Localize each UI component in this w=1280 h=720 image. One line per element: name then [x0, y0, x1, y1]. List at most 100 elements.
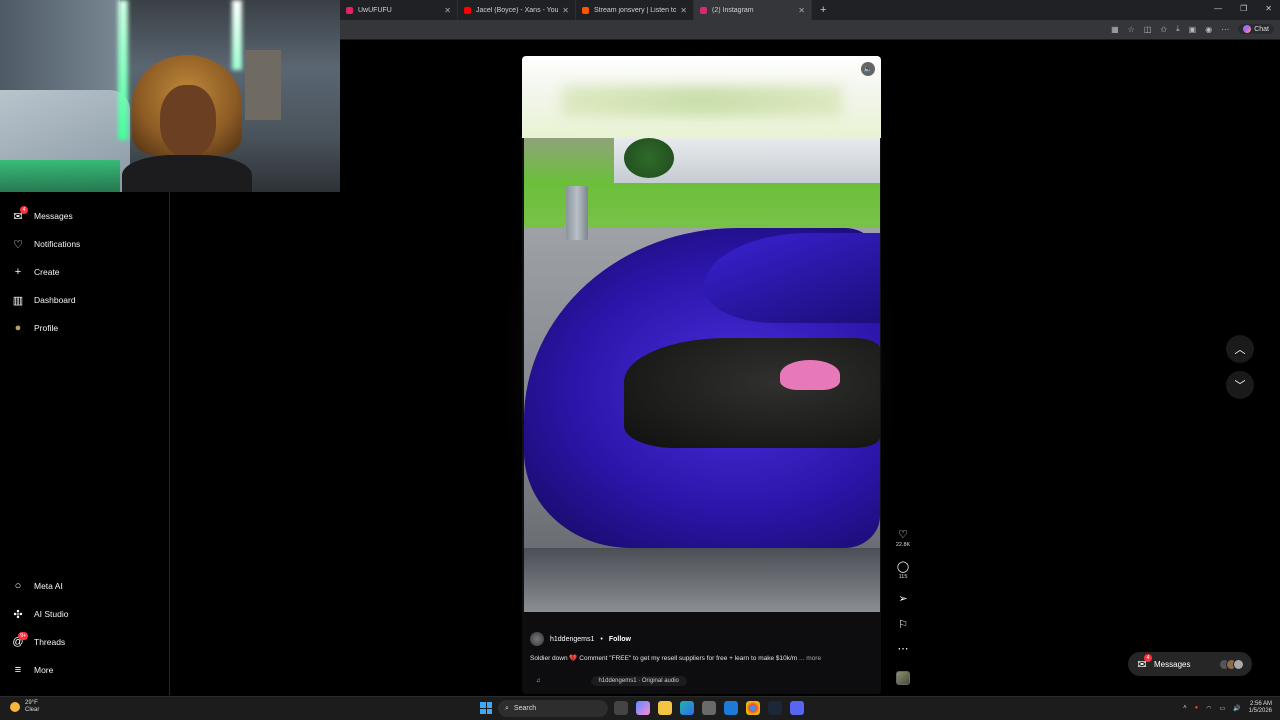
task-view-icon[interactable]	[614, 701, 628, 715]
sidebar-item-more[interactable]: ≡ More	[12, 664, 54, 676]
message-avatars	[1219, 658, 1244, 670]
close-icon[interactable]: ✕	[444, 6, 451, 15]
browser-tab[interactable]: Jacel (Boyce) - Xans - YouTube ✕	[458, 0, 576, 20]
taskbar-search[interactable]: ⌕ Search	[498, 700, 608, 717]
close-window-icon[interactable]: ✕	[1265, 4, 1272, 13]
browser-toolbar: ▦ ☆ ◫ ✩ ⤓ ▣ ◉ ⋯ Chat	[340, 20, 1280, 40]
minimize-icon[interactable]: —	[1214, 4, 1222, 13]
notification-badge: 4	[1144, 654, 1152, 662]
tab-favicon	[464, 6, 471, 14]
screen: UwUFUFU ✕ Jacel (Boyce) - Xans - YouTube…	[0, 0, 1280, 720]
chevron-up-icon[interactable]: ˄	[1183, 705, 1187, 711]
avatar[interactable]	[530, 632, 544, 646]
sidebar-item-dashboard[interactable]: ▥ Dashboard	[12, 294, 76, 307]
moon-weather-icon	[10, 702, 20, 712]
webcam-shelf	[245, 50, 281, 120]
system-tray: ˄ ● ◠ ▭ 🔊 2:56 AM 1/5/2026	[1183, 701, 1272, 715]
search-icon: ⌕	[505, 704, 509, 712]
follow-button[interactable]: Follow	[609, 636, 631, 643]
plus-icon: +	[14, 266, 22, 278]
more-options-icon[interactable]: ⋯	[1221, 25, 1229, 34]
like-button[interactable]: ♡ 22.8K	[892, 528, 914, 548]
sidebar-item-ai-studio[interactable]: ✣ AI Studio	[12, 608, 69, 621]
sidebar-item-label: Create	[34, 267, 60, 277]
audio-label[interactable]: h1ddengems1 · Original audio	[590, 676, 687, 686]
heart-icon: ♡	[898, 529, 908, 541]
file-explorer-icon[interactable]	[658, 701, 672, 715]
close-icon[interactable]: ✕	[798, 6, 805, 15]
antivirus-icon[interactable]: ●	[1195, 705, 1199, 711]
edge-icon[interactable]	[680, 701, 694, 715]
toolbar-icons: ▦ ☆ ◫ ✩ ⤓ ▣ ◉ ⋯ Chat	[1111, 24, 1274, 34]
sidebar-item-meta-ai[interactable]: ○ Meta AI	[12, 580, 63, 592]
volume-icon[interactable]: 🔊	[1233, 705, 1240, 712]
close-icon[interactable]: ✕	[562, 6, 569, 15]
window-controls: — ❐ ✕	[1214, 4, 1272, 13]
messages-pill-label: Messages	[1154, 659, 1191, 669]
tab-label: UwUFUFU	[358, 6, 392, 14]
outlook-icon[interactable]	[724, 701, 738, 715]
sidebar-item-notifications[interactable]: ♡ Notifications	[12, 238, 80, 251]
browser-tab[interactable]: Stream jonsvery | Listen to rap pl ✕	[576, 0, 694, 20]
split-view-icon[interactable]: ◫	[1144, 25, 1152, 34]
webcam-overlay	[0, 0, 340, 192]
chrome-icon[interactable]	[746, 701, 760, 715]
video-car-shadow	[524, 548, 880, 612]
caption-more-link[interactable]: ... more	[799, 655, 821, 662]
ai-studio-icon: ✣	[13, 608, 23, 621]
webcam-person	[122, 55, 252, 192]
messenger-icon: ✉ 4	[12, 206, 28, 223]
tab-favicon	[346, 6, 353, 14]
sidebar-item-label: AI Studio	[34, 609, 69, 619]
reel-username[interactable]: h1ddengems1	[550, 636, 594, 643]
sidebar-item-create[interactable]: + Create	[12, 266, 60, 278]
new-tab-button[interactable]: +	[820, 4, 826, 16]
collections-icon[interactable]: ▣	[1189, 25, 1197, 34]
clock[interactable]: 2:56 AM 1/5/2026	[1249, 701, 1272, 715]
copilot-chat-button[interactable]: Chat	[1238, 24, 1274, 34]
browser-tab[interactable]: UwUFUFU ✕	[340, 0, 458, 20]
profile-icon[interactable]: ◉	[1205, 25, 1212, 34]
audio-muted-icon[interactable]: 🔈	[861, 62, 875, 76]
discord-icon[interactable]	[790, 701, 804, 715]
reel-caption-area: h1ddengems1 • Follow Soldier down 💔 Comm…	[522, 612, 881, 694]
comment-button[interactable]: ◯ 115	[892, 560, 914, 580]
instagram-sidebar: ✉ 4 Messages ♡ Notifications + Create ▥ D…	[0, 192, 170, 695]
blurred-text	[562, 86, 842, 116]
windows-start-icon[interactable]	[480, 702, 492, 714]
browser-tab-strip: UwUFUFU ✕ Jacel (Boyce) - Xans - YouTube…	[340, 0, 1280, 20]
weather-widget[interactable]: 29°F Clear	[10, 700, 39, 714]
download-icon[interactable]: ⤓	[1176, 24, 1180, 34]
webcam-led-glow	[0, 160, 120, 192]
copilot-app-icon[interactable]	[636, 701, 650, 715]
steam-icon[interactable]	[768, 701, 782, 715]
star-icon[interactable]: ☆	[1128, 25, 1135, 34]
store-icon[interactable]	[702, 701, 716, 715]
browser-tab-active[interactable]: (2) Instagram ✕	[694, 0, 812, 20]
reel-audio[interactable]: ♫ h1ddengems1 · Original audio	[536, 676, 866, 686]
messages-pill[interactable]: ✉ 4 Messages	[1128, 652, 1252, 676]
display-icon[interactable]: ▭	[1219, 705, 1225, 712]
sidebar-item-messages[interactable]: ✉ 4 Messages	[12, 206, 73, 223]
like-count: 22.8K	[895, 542, 911, 548]
next-reel-button[interactable]: ﹀	[1226, 371, 1254, 399]
favorites-icon[interactable]: ✩	[1160, 25, 1167, 34]
save-button[interactable]: ⚐	[892, 618, 914, 631]
previous-reel-button[interactable]: ︿	[1226, 335, 1254, 363]
heart-icon: ♡	[13, 238, 23, 251]
threads-icon: @9+	[12, 632, 28, 648]
send-icon: ➢	[898, 593, 908, 605]
audio-thumbnail[interactable]	[896, 671, 910, 685]
sidebar-item-profile[interactable]: ● Profile	[12, 322, 58, 334]
extensions-icon[interactable]: ▦	[1111, 25, 1119, 34]
weather-desc: Clear	[25, 707, 40, 713]
meta-ai-icon: ○	[14, 580, 22, 592]
restore-icon[interactable]: ❐	[1240, 4, 1247, 13]
close-icon[interactable]: ✕	[680, 6, 687, 15]
sidebar-item-threads[interactable]: @9+ Threads	[12, 632, 65, 648]
wifi-icon[interactable]: ◠	[1206, 705, 1211, 712]
reel-player[interactable]: 🔈 h1ddengems1 • Follow Soldier down 💔 Co…	[522, 56, 881, 694]
reel-video[interactable]	[524, 138, 880, 612]
more-options-button[interactable]: ⋯	[892, 642, 914, 655]
share-button[interactable]: ➢	[892, 592, 914, 605]
